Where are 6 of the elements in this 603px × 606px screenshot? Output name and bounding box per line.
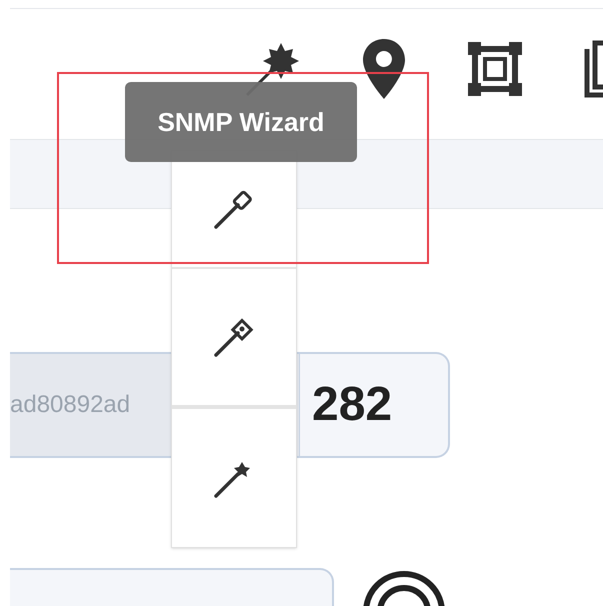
frame-icon[interactable] — [467, 41, 523, 97]
tooltip: SNMP Wizard — [125, 82, 357, 162]
map-pin-icon[interactable] — [361, 37, 407, 101]
target-icon[interactable] — [362, 568, 446, 606]
count-text: 282 — [312, 377, 392, 433]
id-text: ad80892ad — [10, 390, 130, 420]
